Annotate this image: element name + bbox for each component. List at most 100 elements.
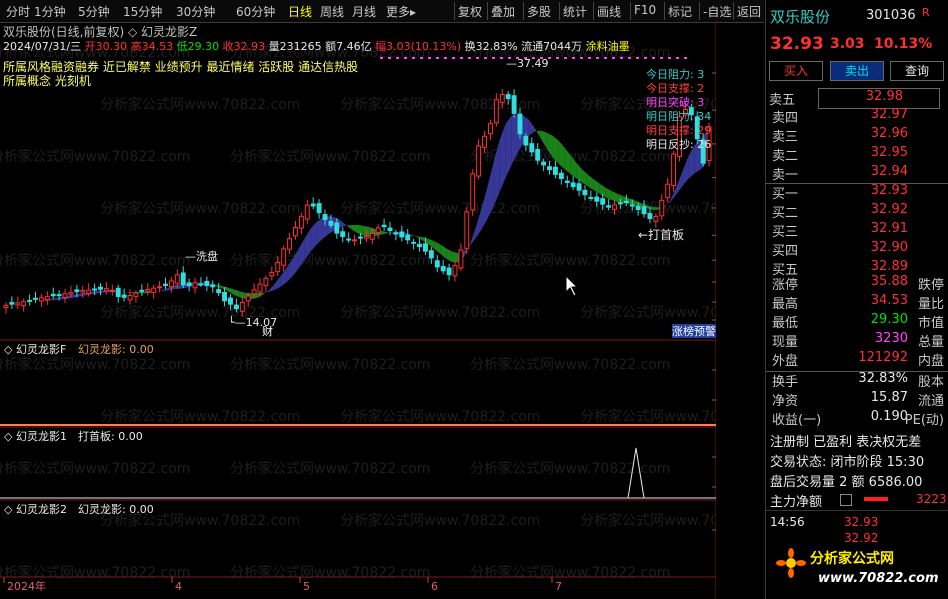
period-tab-3[interactable]: 15分钟 <box>123 3 162 20</box>
stat-value: 15.87 <box>870 390 908 405</box>
period-tab-5[interactable]: 60分钟 <box>236 3 275 20</box>
candle-down <box>422 243 428 252</box>
ask-row[interactable]: 卖一 32.94 <box>772 164 944 183</box>
open-value: 30.30 <box>95 40 128 53</box>
ask-row[interactable]: 卖五32.98卖五 <box>769 88 940 109</box>
signal-dot <box>468 57 471 59</box>
watermark: 分析家公式网www.70822.com <box>230 564 430 581</box>
level-label: 明日支撑: 29 <box>646 123 711 137</box>
candle-down <box>121 294 127 298</box>
candle-down <box>139 289 145 292</box>
tick-price: 32.93 <box>844 515 879 529</box>
warning-badge: 涨榜预警 <box>672 324 716 338</box>
candle-down <box>600 198 606 205</box>
watermark: 分析家公式网www.70822.com <box>0 564 190 581</box>
bid-row[interactable]: 买四 32.90 <box>772 240 944 259</box>
toggle-icon[interactable] <box>840 494 852 506</box>
period-tab-2[interactable]: 5分钟 <box>78 3 110 20</box>
candle-up <box>298 215 304 229</box>
amount-value: 7.46亿 <box>336 40 372 53</box>
order-price: 32.97 <box>870 107 908 122</box>
ribbon-down-segment <box>446 248 453 262</box>
candle-down <box>216 289 222 294</box>
toolbar-divider <box>733 2 734 20</box>
ribbon-up-segment <box>316 218 323 246</box>
toolbar-button-5[interactable]: F10 <box>634 3 656 17</box>
period-tab-4[interactable]: 30分钟 <box>176 3 215 20</box>
level-label: 明日反抄: 26 <box>646 137 711 151</box>
period-tab-8[interactable]: 月线 <box>352 3 376 20</box>
trade-status: 交易状态: 闭市阶段 15:30 <box>770 455 925 470</box>
tick-price: 32.92 <box>844 531 879 545</box>
price-change: 3.03 <box>830 36 865 52</box>
bid-row[interactable]: 买一 32.93 <box>772 183 944 202</box>
order-price: 32.90 <box>870 240 908 255</box>
ask-row[interactable]: 卖二 32.95 <box>772 145 944 164</box>
period-tab-7[interactable]: 周线 <box>320 3 344 20</box>
watermark: 分析家公式网www.70822.com <box>340 304 540 321</box>
signal-dot <box>588 57 591 59</box>
ribbon-down-segment <box>534 128 541 139</box>
signal-dot <box>548 57 551 59</box>
period-tab-0[interactable]: 分时 <box>6 3 30 20</box>
toolbar-button-6[interactable]: 标记 <box>668 3 692 20</box>
bid-row[interactable]: 买二 32.92 <box>772 202 944 221</box>
candle-up <box>482 135 487 148</box>
candle-down <box>74 289 80 293</box>
candle-down <box>334 222 340 234</box>
toolbar-button-8[interactable]: 返回 <box>737 3 761 20</box>
query-button[interactable]: 查询 <box>890 61 944 81</box>
watermark: 分析家公式网www.70822.com <box>580 304 716 321</box>
candle-up <box>239 301 245 312</box>
bid-row[interactable]: 买三 32.91 <box>772 221 944 240</box>
order-level-label: 买三 <box>772 225 799 240</box>
stat-label: 收益(一) <box>772 413 822 428</box>
watermark: 分析家公式网www.70822.com <box>470 564 670 581</box>
watermark: 分析家公式网www.70822.com <box>230 148 430 165</box>
signal-dot <box>396 57 399 59</box>
stat-row: 净资 15.87 流通 <box>772 390 944 409</box>
toolbar-button-1[interactable]: 叠加 <box>491 3 515 20</box>
stat-value: 32.83% <box>858 371 908 386</box>
main-net-label: 主力净额 <box>770 495 823 510</box>
candle-up <box>269 272 275 277</box>
toolbar-divider <box>664 2 665 20</box>
level-label: 今日阻力: 3 <box>646 67 704 81</box>
period-tab-1[interactable]: 1分钟 <box>34 3 66 20</box>
ribbon-down-segment <box>582 169 588 187</box>
period-tab-6[interactable]: 日线 <box>288 3 312 20</box>
panel-indicator: 幻灵龙影: 0.00 <box>78 343 154 356</box>
tick-time: 14:56 <box>770 515 805 529</box>
toolbar-button-3[interactable]: 统计 <box>563 3 587 20</box>
toolbar-button-2[interactable]: 多股 <box>527 3 551 20</box>
candle-down <box>417 243 422 248</box>
signal-dot <box>420 57 423 59</box>
watermark: 分析家公式网www.70822.com <box>100 408 300 425</box>
ask-row[interactable]: 卖四 32.97 <box>772 107 944 126</box>
order-price: 32.96 <box>870 126 908 141</box>
toolbar-button-4[interactable]: 画线 <box>597 3 621 20</box>
signal-dot <box>620 57 623 59</box>
kline-chart[interactable]: 分析家公式网www.70822.com 分析家公式网www.70822.com 分析… <box>0 22 716 599</box>
toolbar-button-7[interactable]: -自选 <box>703 3 731 20</box>
candle-down <box>558 172 564 179</box>
toolbar-button-0[interactable]: 复权 <box>458 3 482 20</box>
period-tab-9[interactable]: 更多▸ <box>386 3 416 20</box>
divider <box>766 510 948 511</box>
signal-dot <box>484 57 487 59</box>
buy-button[interactable]: 买入 <box>769 61 823 81</box>
candle-down <box>552 166 558 175</box>
signal-dot <box>492 57 495 59</box>
sell-button[interactable]: 卖出 <box>830 61 884 81</box>
candle-up <box>44 296 50 301</box>
candle-down <box>310 203 316 207</box>
percent-change: 10.13% <box>874 36 933 52</box>
ask-row[interactable]: 卖三 32.96 <box>772 126 944 145</box>
candle-up <box>659 199 665 217</box>
candle-down <box>399 231 405 238</box>
candle-down <box>92 288 98 291</box>
candle-up <box>665 183 671 199</box>
watermark: 分析家公式网www.70822.com <box>0 148 190 165</box>
stat-label: 总量 <box>917 335 944 350</box>
order-level-label: 卖五 <box>769 93 796 108</box>
